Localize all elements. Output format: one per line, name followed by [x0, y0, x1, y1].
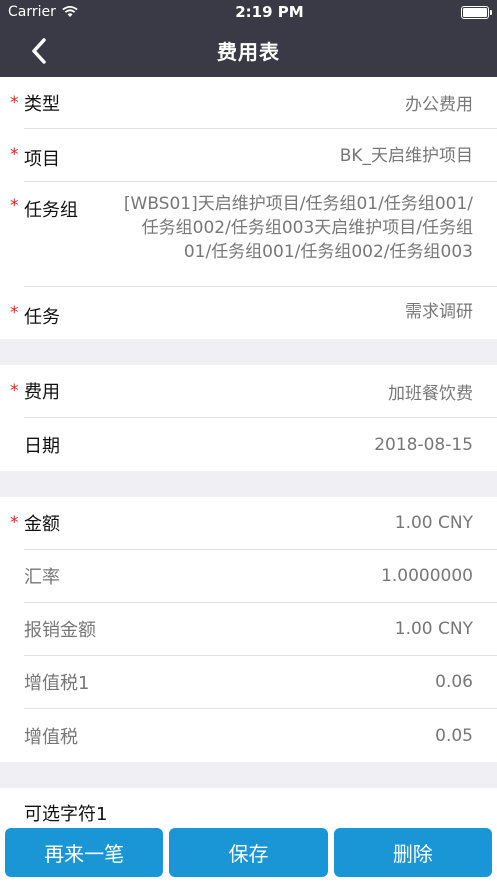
required-marker: *	[10, 92, 19, 113]
reimburse-row: 报销金额 1.00 CNY	[24, 603, 497, 656]
task-value: 需求调研	[405, 302, 473, 322]
rate-row: 汇率 1.0000000	[24, 550, 497, 603]
form-section-basic: * 类型 办公费用 * 项目 BK_天启维护项目 * 任务组 [WBS01]天启…	[0, 77, 497, 339]
expense-label: 费用	[24, 382, 60, 403]
battery-icon	[461, 5, 492, 19]
form-section-amount: * 金额 1.00 CNY 汇率 1.0000000 报销金额 1.00 CNY…	[0, 497, 497, 762]
section-divider	[0, 339, 497, 365]
vat1-label: 增值税1	[24, 673, 90, 694]
vat-value: 0.05	[435, 725, 473, 746]
date-row[interactable]: 日期 2018-08-15	[24, 418, 497, 471]
date-label: 日期	[24, 435, 60, 457]
required-marker: *	[10, 381, 19, 401]
task-row[interactable]: * 任务 需求调研	[10, 287, 497, 339]
type-row[interactable]: * 类型 办公费用	[10, 77, 497, 129]
task-group-value: [WBS01]天启维护项目/任务组01/任务组001/任务组002/任务组003…	[123, 194, 473, 262]
vat-label: 增值税	[24, 726, 78, 748]
form-section-expense: * 费用 加班餐饮费 日期 2018-08-15	[0, 365, 497, 471]
required-marker: *	[10, 303, 19, 323]
chevron-left-icon	[32, 38, 46, 64]
save-button[interactable]: 保存	[169, 828, 328, 877]
vat-row: 增值税 0.05	[24, 709, 497, 762]
type-label: 类型	[24, 93, 60, 115]
project-label: 项目	[24, 149, 60, 170]
required-marker: *	[10, 513, 19, 533]
project-value: BK_天启维护项目	[339, 146, 473, 166]
rate-label: 汇率	[24, 567, 60, 588]
required-marker: *	[10, 145, 19, 165]
clock: 2:19 PM	[235, 3, 304, 21]
delete-button[interactable]: 删除	[333, 828, 492, 877]
project-row[interactable]: * 项目 BK_天启维护项目	[10, 129, 497, 182]
section-divider	[0, 762, 497, 788]
add-another-button[interactable]: 再来一笔	[5, 828, 164, 877]
navigation-bar: 费用表	[0, 24, 497, 77]
date-value: 2018-08-15	[374, 434, 473, 455]
amount-label: 金额	[24, 514, 60, 535]
reimburse-value: 1.00 CNY	[394, 619, 473, 639]
amount-value: 1.00 CNY	[394, 513, 473, 533]
expense-row[interactable]: * 费用 加班餐饮费	[10, 365, 497, 418]
vat1-value: 0.06	[435, 672, 473, 692]
task-group-label: 任务组	[24, 200, 78, 221]
back-button[interactable]	[24, 36, 54, 66]
reimburse-label: 报销金额	[24, 620, 96, 641]
required-marker: *	[10, 196, 19, 216]
type-value: 办公费用	[405, 95, 473, 115]
status-bar: Carrier 2:19 PM	[0, 0, 497, 24]
bottom-action-bar: 再来一笔 保存 删除	[0, 824, 497, 883]
task-group-row[interactable]: * 任务组 [WBS01]天启维护项目/任务组01/任务组001/任务组002/…	[10, 182, 497, 287]
amount-row[interactable]: * 金额 1.00 CNY	[10, 497, 497, 550]
optional1-label: 可选字符1	[24, 804, 108, 825]
task-label: 任务	[24, 307, 60, 328]
section-divider	[0, 471, 497, 497]
carrier-label: Carrier	[8, 4, 56, 20]
rate-value: 1.0000000	[381, 566, 473, 586]
expense-value: 加班餐饮费	[388, 383, 473, 404]
vat1-row: 增值税1 0.06	[24, 656, 497, 709]
page-title: 费用表	[217, 40, 280, 64]
wifi-icon	[62, 6, 78, 18]
